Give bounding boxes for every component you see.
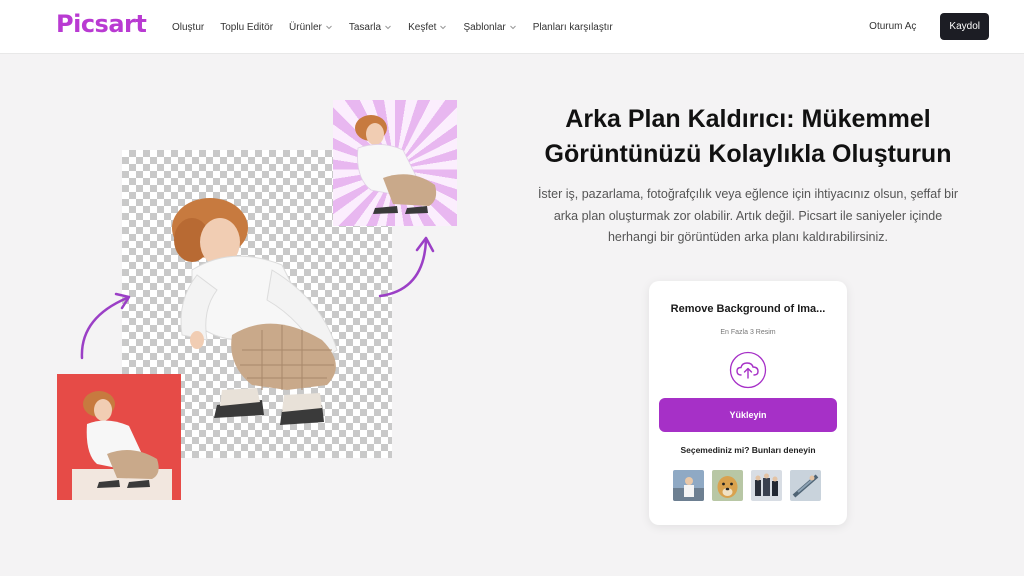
nav-item-label: Oluştur bbox=[172, 21, 205, 33]
nav-item-kesfet[interactable]: Keşfet bbox=[408, 22, 447, 33]
desc-line: İster iş, pazarlama, fotoğrafçılık veya … bbox=[537, 187, 959, 201]
original-woman-image bbox=[72, 391, 172, 500]
sample-image-skateboard[interactable] bbox=[790, 470, 821, 501]
chevron-down-icon bbox=[385, 25, 391, 30]
nav-item-urunler[interactable]: Ürünler bbox=[289, 22, 333, 33]
curved-arrow-icon bbox=[80, 292, 131, 360]
curved-arrow-icon bbox=[378, 236, 435, 298]
sample-images bbox=[673, 470, 821, 501]
sample-image-dog[interactable] bbox=[712, 470, 743, 501]
card-subtitle: En Fazla 3 Resim bbox=[720, 329, 776, 336]
sample-thumbnail bbox=[790, 470, 821, 501]
sample-image-person-blue[interactable] bbox=[673, 470, 704, 501]
sample-image-group[interactable] bbox=[751, 470, 782, 501]
sample-thumbnail bbox=[673, 470, 704, 501]
try-samples-label: Seçemediniz mi? Bunları deneyin bbox=[680, 445, 816, 455]
nav-right: Oturum Aç Kaydol bbox=[869, 13, 989, 40]
picsart-logo[interactable]: Picsart bbox=[56, 10, 147, 38]
result-woman-image bbox=[355, 115, 437, 214]
upload-card: Remove Background of Ima... En Fazla 3 R… bbox=[649, 281, 847, 525]
nav-item-olustur[interactable]: Oluştur bbox=[172, 22, 204, 33]
nav-item-label: Planları karşılaştır bbox=[532, 21, 613, 33]
result-image-purple-background bbox=[333, 100, 457, 226]
upload-button[interactable]: Yükleyin bbox=[659, 398, 837, 432]
desc-line: arka plan oluşturmak zor olabilir. Artık… bbox=[553, 208, 943, 223]
nav-item-label: Keşfet bbox=[408, 21, 437, 33]
chevron-down-icon bbox=[509, 25, 516, 30]
page-description: İster iş, pazarlama, fotoğrafçılık veya … bbox=[500, 184, 996, 249]
cloud-upload-icon[interactable] bbox=[729, 351, 767, 389]
login-link[interactable]: Oturum Aç bbox=[869, 21, 916, 32]
nav-item-sablonlar[interactable]: Şablonlar bbox=[463, 22, 516, 33]
nav-item-label: Tasarla bbox=[348, 21, 382, 33]
top-navbar: Picsart Oluştur Toplu Editör Ürünler Tas… bbox=[0, 0, 1024, 54]
desc-line: herhangi bir görüntüden arka planı kaldı… bbox=[607, 230, 889, 244]
nav-item-label: Şablonlar bbox=[463, 21, 506, 33]
card-title: Remove Background of Ima... bbox=[670, 303, 826, 315]
sample-thumbnail bbox=[751, 470, 782, 501]
nav-item-planlari-karsilastir[interactable]: Planları karşılaştır bbox=[533, 22, 613, 33]
original-image-red-background bbox=[57, 374, 181, 500]
nav-item-toplu-editor[interactable]: Toplu Editör bbox=[220, 22, 273, 33]
title-line: Görüntünüzü Kolaylıkla Oluşturun bbox=[544, 140, 952, 168]
nav-item-label: Toplu Editör bbox=[220, 21, 274, 33]
signup-button[interactable]: Kaydol bbox=[940, 13, 989, 40]
chevron-down-icon bbox=[325, 25, 332, 30]
nav-item-label: Ürünler bbox=[289, 21, 322, 33]
nav-links: Oluştur Toplu Editör Ürünler Tasarla Keş… bbox=[172, 0, 613, 54]
nav-item-tasarla[interactable]: Tasarla bbox=[349, 22, 392, 33]
chevron-down-icon bbox=[440, 25, 447, 30]
title-line: Arka Plan Kaldırıcı: Mükemmel bbox=[565, 105, 931, 133]
sample-thumbnail bbox=[712, 470, 743, 501]
page-title: Arka Plan Kaldırıcı: Mükemmel Görüntünüz… bbox=[500, 102, 996, 172]
